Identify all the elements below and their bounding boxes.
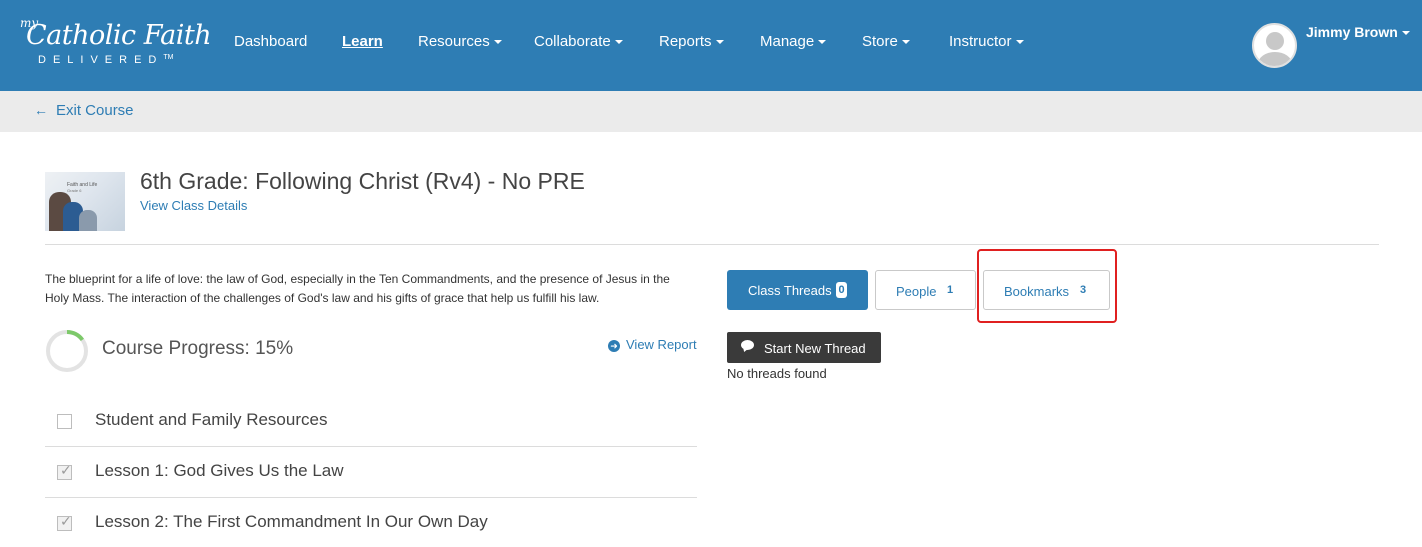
tab-people[interactable]: People 1: [875, 270, 976, 310]
progress-ring-icon: [46, 330, 88, 372]
checkmark-icon: ✓: [60, 513, 72, 529]
top-navbar: my Catholic Faith DELIVEREDTM Dashboard …: [0, 0, 1422, 91]
exit-course-label: Exit Course: [56, 102, 134, 119]
caret-down-icon: [1015, 40, 1024, 45]
caret-down-icon: [715, 40, 724, 45]
nav-item-store[interactable]: Store: [862, 33, 910, 50]
exit-course-link[interactable]: ← Exit Course: [34, 102, 134, 119]
caret-down-icon: [901, 40, 910, 45]
course-subbar: ← Exit Course: [0, 91, 1422, 132]
caret-down-icon: [1401, 31, 1410, 36]
nav-item-label: Reports: [659, 33, 712, 50]
lesson-label: Lesson 2: The First Commandment In Our O…: [95, 512, 488, 531]
nav-item-collaborate[interactable]: Collaborate: [534, 33, 623, 50]
lesson-label: Student and Family Resources: [95, 410, 328, 429]
lesson-item[interactable]: ✓ Lesson 1: God Gives Us the Law: [45, 447, 697, 498]
nav-item-label: Manage: [760, 33, 815, 50]
avatar-head-shape: [1266, 32, 1284, 50]
caret-down-icon: [818, 40, 827, 45]
nav-item-label: Store: [862, 33, 898, 50]
tab-class-threads[interactable]: Class Threads 0: [727, 270, 868, 310]
nav-item-dashboard[interactable]: Dashboard: [234, 33, 307, 50]
course-title: 6th Grade: Following Christ (Rv4) - No P…: [140, 168, 585, 194]
nav-item-label: Learn: [342, 33, 383, 50]
nav-item-instructor[interactable]: Instructor: [949, 33, 1024, 50]
logo-script-text: Catholic Faith: [26, 20, 212, 51]
caret-down-icon: [493, 40, 502, 45]
speech-bubble-icon: [741, 340, 754, 350]
user-menu[interactable]: Jimmy Brown: [1306, 24, 1410, 40]
caret-down-icon: [614, 40, 623, 45]
avatar-shoulders-shape: [1258, 52, 1292, 66]
user-avatar[interactable]: [1252, 23, 1297, 68]
nav-item-reports[interactable]: Reports: [659, 33, 724, 50]
course-description: The blueprint for a life of love: the la…: [45, 272, 670, 305]
view-report-label: View Report: [626, 337, 697, 352]
checkbox-checked-icon[interactable]: ✓: [57, 513, 72, 531]
arrow-left-icon: ←: [34, 102, 48, 118]
logo-tm-mark: TM: [163, 54, 174, 61]
view-report-link[interactable]: ➜ View Report: [608, 337, 697, 352]
class-threads-label: Class Threads: [748, 283, 832, 298]
people-label: People: [896, 284, 937, 299]
no-threads-message: No threads found: [727, 366, 827, 381]
course-thumbnail: Faith and Life Grade 6: [45, 172, 125, 231]
checkbox-checked-icon[interactable]: ✓: [57, 462, 72, 480]
lesson-label: Lesson 1: God Gives Us the Law: [95, 461, 344, 480]
start-new-thread-button[interactable]: Start New Thread: [727, 332, 881, 363]
nav-item-manage[interactable]: Manage: [760, 33, 827, 50]
course-progress-label: Course Progress: 15%: [102, 338, 294, 359]
arrow-right-circle-icon: ➜: [608, 340, 620, 352]
nav-item-label: Resources: [418, 33, 490, 50]
nav-item-resources[interactable]: Resources: [418, 33, 502, 50]
people-count-badge: 1: [947, 284, 954, 296]
thumbnail-figure-shape: [79, 210, 97, 231]
nav-item-label: Dashboard: [234, 33, 308, 50]
logo-delivered-word: DELIVERED: [38, 54, 164, 66]
view-class-details-link[interactable]: View Class Details: [140, 198, 247, 213]
bookmarks-highlight-box: [977, 249, 1117, 323]
nav-item-label: Collaborate: [534, 33, 611, 50]
logo-delivered-text: DELIVEREDTM: [38, 54, 173, 66]
user-name: Jimmy Brown: [1306, 24, 1398, 40]
checkmark-icon: ✓: [60, 462, 72, 478]
class-threads-count-badge: 0: [836, 282, 847, 298]
header-divider: [45, 244, 1379, 245]
checkbox-icon[interactable]: [57, 414, 72, 429]
lesson-item[interactable]: ✓ Lesson 2: The First Commandment In Our…: [45, 498, 697, 547]
brand-logo[interactable]: my Catholic Faith DELIVEREDTM: [18, 16, 212, 72]
thumbnail-subtitle: Grade 6: [67, 188, 82, 193]
nav-item-label: Instructor: [949, 33, 1012, 50]
lesson-item[interactable]: Student and Family Resources: [45, 396, 697, 447]
nav-item-learn[interactable]: Learn: [342, 33, 383, 50]
start-new-thread-label: Start New Thread: [764, 341, 866, 356]
